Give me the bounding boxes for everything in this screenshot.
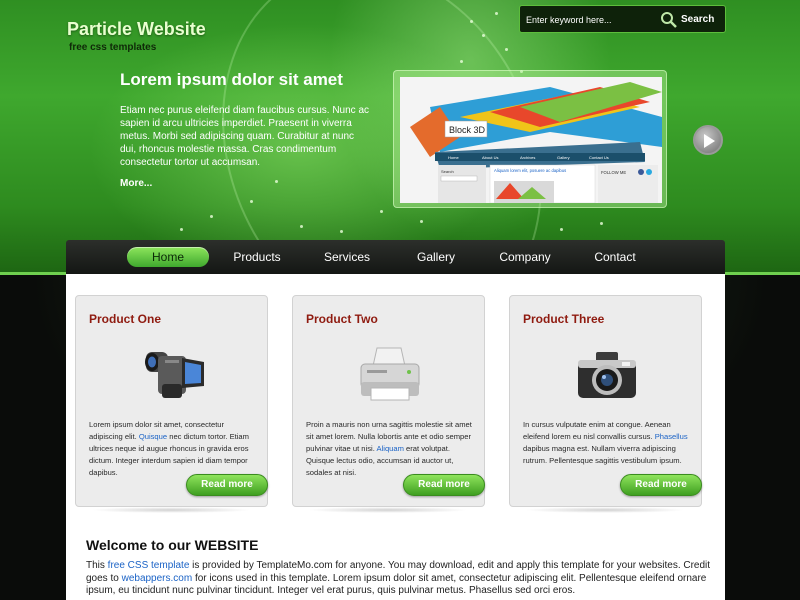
site-tagline: free css templates: [69, 42, 157, 53]
nav-item-products[interactable]: Products: [216, 247, 298, 267]
hero-more-link[interactable]: More...: [120, 178, 152, 189]
site-title: Particle Website: [67, 19, 206, 39]
free-css-template-link[interactable]: free CSS template: [108, 560, 190, 571]
product-card: Product Three In cursus vulputate enim a…: [509, 295, 702, 507]
nav-item-contact[interactable]: Contact: [574, 247, 656, 267]
product-description: Proin a mauris non urna sagittis molesti…: [306, 420, 472, 477]
nav-item-company[interactable]: Company: [484, 247, 566, 267]
showcase-nav-gallery: Gallery: [557, 155, 570, 160]
showcase-nav-archives: Archives: [520, 155, 535, 160]
card-shadow: [91, 507, 251, 513]
product-description: In cursus vulputate enim at congue. Aene…: [523, 420, 688, 465]
product-description: Lorem ipsum dolor sit amet, consectetur …: [89, 420, 249, 477]
block3d-preview-graphic: Block 3D Home About Us Archives Gallery …: [400, 77, 662, 203]
magnifier-icon: [661, 11, 677, 28]
hero-heading: Lorem ipsum dolor sit amet: [120, 70, 343, 89]
main-nav: Home Products Services Gallery Company C…: [66, 240, 725, 274]
welcome-text: This free CSS template is provided by Te…: [86, 560, 711, 596]
showcase-post-title: Aliquam lorem elit, posuere ac dapibus: [494, 168, 566, 173]
search-input[interactable]: [526, 11, 656, 28]
printer-icon: [360, 347, 420, 401]
showcase-follow-label: FOLLOW ME: [601, 170, 626, 175]
hero-text: Etiam nec purus eleifend diam faucibus c…: [120, 105, 370, 168]
play-arrow-icon: [704, 134, 715, 148]
nav-item-gallery[interactable]: Gallery: [395, 247, 477, 267]
showcase-nav-home: Home: [448, 155, 459, 160]
product-inline-link[interactable]: Phasellus: [655, 432, 688, 441]
nav-item-services[interactable]: Services: [306, 247, 388, 267]
showcase-caption: Block 3D: [449, 125, 486, 135]
card-shadow: [525, 507, 685, 513]
showcase-nav-contact: Contact Us: [589, 155, 609, 160]
nav-item-home[interactable]: Home: [127, 247, 209, 267]
welcome-title: Welcome to our WEBSITE: [86, 537, 259, 553]
camera-icon: [578, 352, 636, 398]
product-card: Product Two Proin a mauris non urna sagi…: [292, 295, 485, 507]
slideshow-frame: Block 3D Home About Us Archives Gallery …: [393, 70, 667, 208]
main-content: Product One Lorem ipsum dolor sit amet, …: [66, 274, 725, 600]
product-inline-link[interactable]: Quisque: [139, 432, 167, 441]
showcase-nav-about: About Us: [482, 155, 498, 160]
card-shadow: [308, 507, 468, 513]
search-button[interactable]: Search: [660, 9, 724, 30]
header-banner: Particle Website free css templates Sear…: [0, 0, 800, 275]
video-camera-icon: [145, 352, 204, 398]
slideshow-next-button[interactable]: [693, 125, 723, 155]
read-more-button[interactable]: Read more: [403, 474, 485, 496]
product-inline-link[interactable]: Aliquam: [377, 444, 404, 453]
showcase-search-label: Search: [441, 169, 454, 174]
slideshow-image[interactable]: Block 3D Home About Us Archives Gallery …: [400, 77, 662, 203]
search-box: Search: [519, 5, 726, 33]
search-button-label: Search: [681, 14, 715, 25]
webappers-link[interactable]: webappers.com: [122, 573, 193, 584]
product-title: Product Three: [523, 312, 605, 326]
product-title: Product One: [89, 312, 162, 326]
read-more-button[interactable]: Read more: [186, 474, 268, 496]
product-title: Product Two: [306, 312, 378, 326]
read-more-button[interactable]: Read more: [620, 474, 702, 496]
product-card: Product One Lorem ipsum dolor sit amet, …: [75, 295, 268, 507]
